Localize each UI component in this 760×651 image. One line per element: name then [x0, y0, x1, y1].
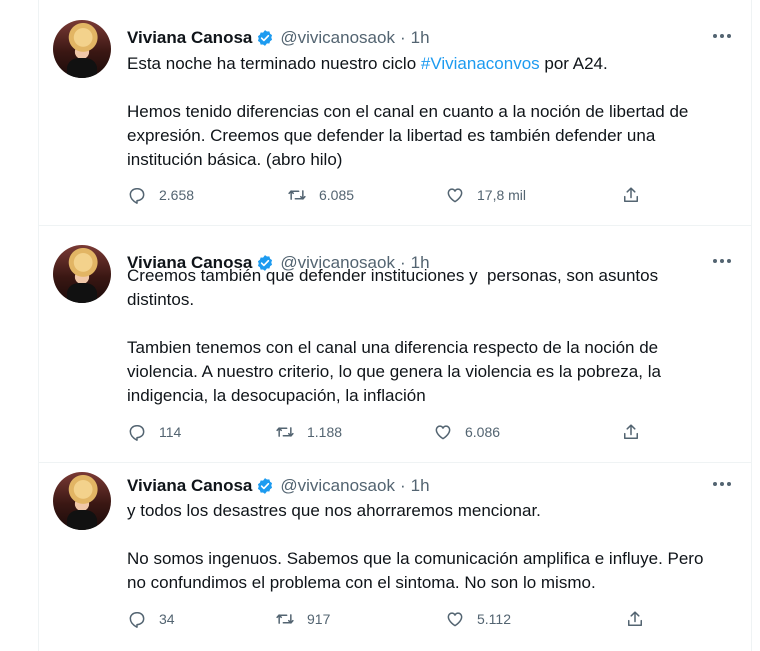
reply-button[interactable]: 114	[127, 422, 181, 442]
timeline: Viviana Canosa @vivicanosaok · 1h Esta n…	[38, 0, 752, 651]
retweet-button[interactable]: 1.188	[275, 422, 342, 442]
avatar[interactable]	[53, 472, 111, 530]
retweet-button[interactable]: 917	[275, 609, 330, 629]
share-button[interactable]	[621, 422, 653, 442]
reply-button[interactable]: 34	[127, 609, 175, 629]
author-name[interactable]: Viviana Canosa	[127, 28, 252, 48]
reply-count: 114	[159, 424, 182, 440]
tweet-header: Viviana Canosa @vivicanosaok · 1h	[127, 474, 430, 498]
tweet-header: Viviana Canosa @vivicanosaok · 1h	[127, 26, 430, 50]
retweet-count: 917	[307, 611, 331, 627]
reply-button[interactable]: 2.658	[127, 185, 194, 205]
tweet-text-part: Esta noche ha terminado nuestro ciclo	[127, 54, 421, 73]
share-button[interactable]	[625, 609, 657, 629]
avatar[interactable]	[53, 20, 111, 78]
retweet-button[interactable]: 6.085	[287, 185, 354, 205]
like-count: 5.112	[477, 611, 511, 627]
like-count: 17,8 mil	[477, 187, 527, 203]
like-icon	[447, 188, 463, 203]
reply-icon	[129, 425, 145, 441]
timestamp[interactable]: 1h	[411, 28, 430, 48]
like-count: 6.086	[465, 424, 501, 440]
retweet-icon	[276, 614, 294, 624]
more-icon[interactable]	[711, 474, 733, 494]
author-name[interactable]: Viviana Canosa	[127, 476, 252, 496]
like-button[interactable]: 5.112	[445, 609, 511, 629]
more-icon[interactable]	[711, 26, 733, 46]
verified-badge-icon	[258, 478, 273, 494]
tweet[interactable]: Viviana Canosa @vivicanosaok · 1h y todo…	[39, 462, 751, 651]
tweet-text: Creemos también que defender institucion…	[127, 266, 661, 405]
tweet-actions: 2.658 6.085 17,8 mil	[127, 185, 687, 209]
like-icon	[447, 612, 463, 627]
share-icon	[624, 424, 638, 439]
author-handle[interactable]: @vivicanosaok	[280, 476, 395, 496]
retweet-count: 6.085	[319, 187, 355, 203]
like-button[interactable]: 6.086	[433, 422, 500, 442]
reply-count: 2.658	[159, 187, 195, 203]
retweet-count: 1.188	[307, 424, 343, 440]
tweet-actions: 34 917 5.112	[127, 609, 687, 633]
author-handle[interactable]: @vivicanosaok	[280, 28, 395, 48]
tweet-actions: 114 1.188 6.086	[127, 422, 687, 446]
tweet[interactable]: Viviana Canosa @vivicanosaok · 1h Creemo…	[39, 225, 751, 463]
reply-icon	[129, 188, 145, 204]
avatar[interactable]	[53, 245, 111, 303]
hashtag-link[interactable]: #Vivianaconvos	[421, 54, 540, 73]
like-icon	[435, 425, 451, 440]
like-button[interactable]: 17,8 mil	[445, 185, 526, 205]
verified-badge-icon	[258, 30, 273, 46]
reply-icon	[129, 612, 145, 628]
separator-dot: ·	[399, 28, 406, 47]
retweet-icon	[276, 427, 294, 437]
tweet[interactable]: Viviana Canosa @vivicanosaok · 1h Esta n…	[39, 0, 751, 226]
share-button[interactable]	[621, 185, 653, 205]
timestamp[interactable]: 1h	[411, 476, 430, 496]
share-icon	[624, 187, 638, 202]
separator-dot: ·	[399, 476, 406, 495]
tweet-text: y todos los desastres que nos ahorraremo…	[127, 501, 704, 592]
retweet-icon	[288, 190, 306, 200]
reply-count: 34	[159, 611, 175, 627]
share-icon	[628, 611, 642, 626]
tweet-text: Esta noche ha terminado nuestro ciclo #V…	[127, 52, 727, 172]
